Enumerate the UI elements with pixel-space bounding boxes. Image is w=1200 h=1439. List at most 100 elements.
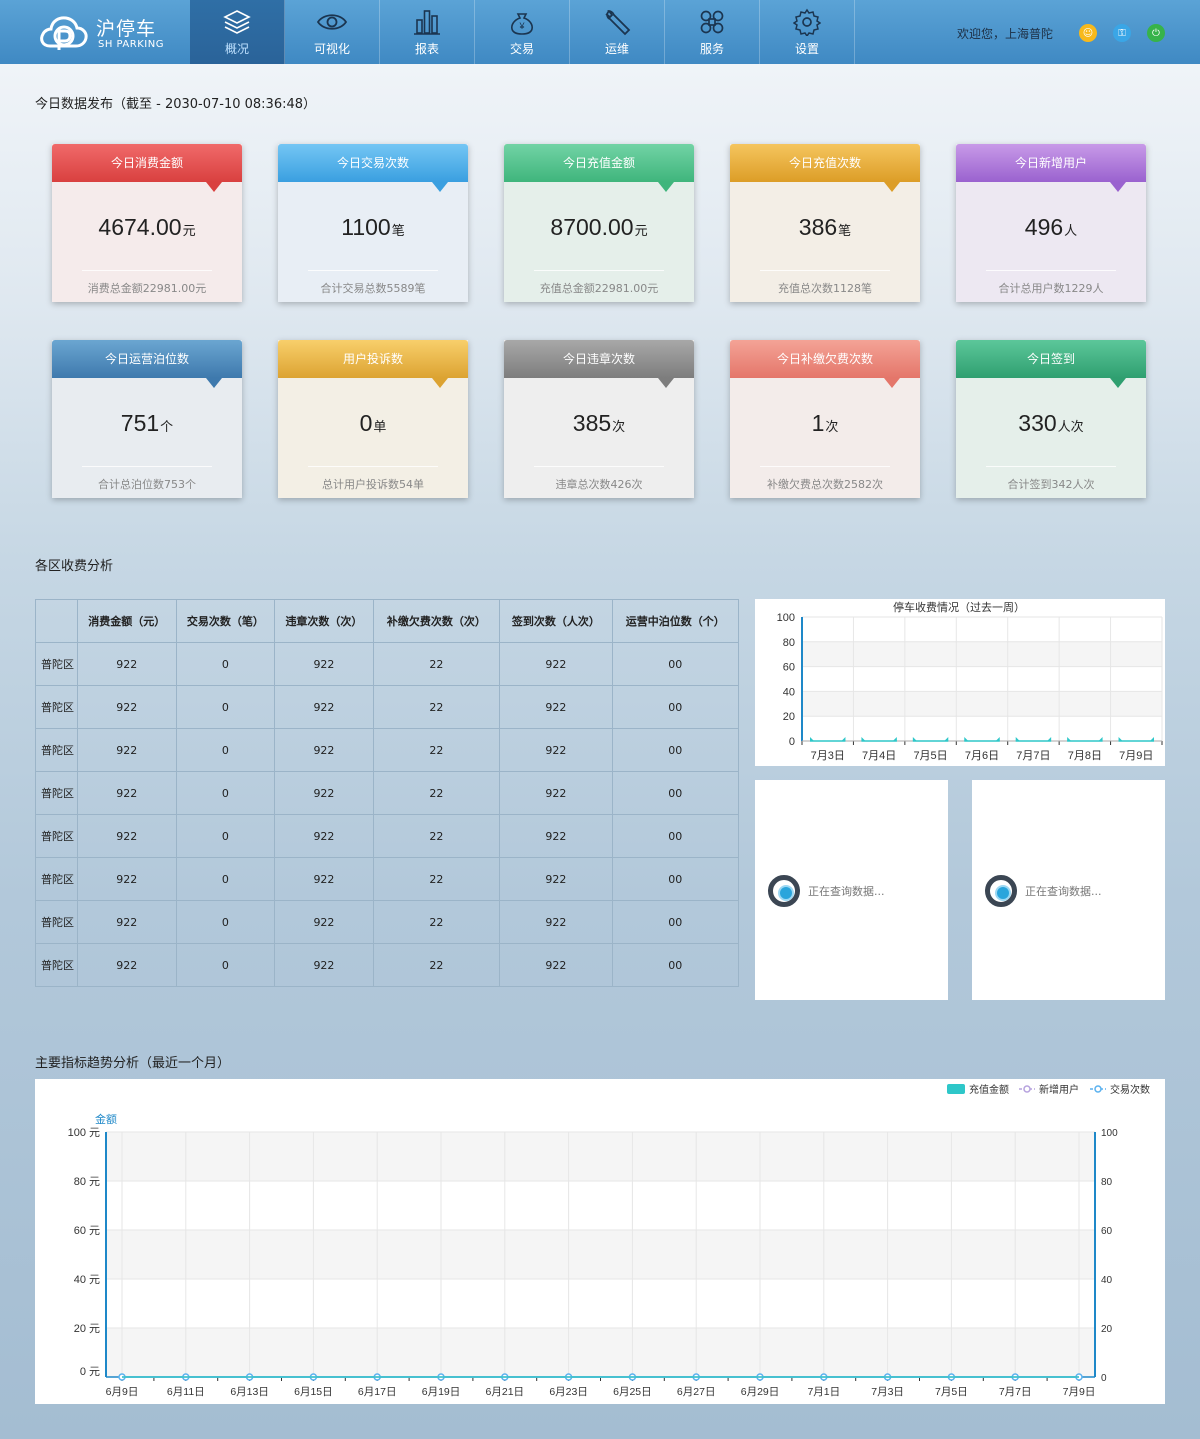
stat-card-divider [986, 270, 1116, 271]
table-cell: 00 [611, 814, 740, 858]
chart-grid-band [106, 1230, 1095, 1279]
pie-chart-panel-left: 正在查询数据... [755, 780, 948, 1000]
table-cell: 22 [372, 900, 501, 944]
stat-card-value: 4674.00元 [52, 214, 242, 241]
table-cell: 0 [175, 857, 276, 901]
nav-overview[interactable]: 概况 [190, 0, 285, 64]
x-tick-label: 6月27日 [677, 1386, 716, 1398]
zone-section-title: 各区收费分析 [35, 559, 114, 574]
table-cell: 普陀区 [35, 814, 78, 858]
legend-swatch [947, 1084, 965, 1094]
stat-value-number: 751 [120, 410, 160, 436]
nav-transactions[interactable]: ¥ 交易 [475, 0, 570, 64]
table-header-cell [35, 599, 78, 643]
table-cell: 00 [611, 642, 740, 686]
stat-card-divider [986, 466, 1116, 467]
legend-marker [1023, 1085, 1031, 1093]
table-cell: 普陀区 [35, 857, 78, 901]
table-row: 普陀区 922 0 922 22 922 00 [35, 728, 740, 772]
table-row: 普陀区 922 0 922 22 922 00 [35, 857, 740, 901]
table-header-cell: 交易次数（笔） [175, 599, 276, 643]
table-cell: 922 [77, 943, 177, 987]
user-icon[interactable]: ☺ [1079, 24, 1097, 42]
logo-title: 沪停车 [96, 18, 157, 40]
command-icon [700, 10, 724, 34]
logo-subtitle: SH PARKING [98, 39, 164, 50]
y-tick-label-right: 80 [1101, 1177, 1113, 1188]
stat-card-value: 386笔 [730, 214, 920, 241]
stat-value-number: 496 [1024, 214, 1064, 240]
trend-chart: 充值金额 新增用户 交易次数金额100 元 100 80 元 80 60 元 60 40 元 40… [68, 1083, 1150, 1398]
y-axis-title: 金额 [95, 1112, 117, 1126]
stat-card-value: 496人 [956, 214, 1146, 241]
nav-settings[interactable]: 设置 [760, 0, 855, 64]
zone-fee-table: 消费金额（元） 交易次数（笔） 违章次数（次） 补缴欠费次数（次） 签到次数（人次） 运营… [35, 599, 740, 987]
chart-grid-band [106, 1132, 1095, 1181]
table-cell: 普陀区 [35, 728, 78, 772]
table-cell: 22 [372, 642, 501, 686]
table-cell: 0 [175, 900, 276, 944]
y-tick-label-right: 0 [1101, 1373, 1107, 1384]
table-row: 普陀区 922 0 922 22 922 00 [35, 943, 740, 987]
welcome-text: 欢迎您，上海普陀 [956, 26, 1053, 41]
app-logo[interactable]: 沪停车 SH PARKING [38, 12, 198, 54]
power-icon[interactable]: ⏻ [1147, 24, 1165, 42]
nav-maintenance[interactable]: 运维 [570, 0, 665, 64]
key-icon[interactable]: ⚿ [1113, 24, 1131, 42]
stat-card-footer: 合计总泊位数753个 [98, 478, 196, 491]
today-section-title: 今日数据发布（截至 - 2030-07-10 08:36:48） [35, 97, 317, 112]
table-header-cell: 补缴欠费次数（次） [372, 599, 501, 643]
stat-card-title: 今日运营泊位数 [52, 340, 242, 388]
stat-card: 今日运营泊位数 751个 合计总泊位数753个 [52, 340, 242, 498]
stat-value-number: 330 [1018, 410, 1057, 436]
nav-services[interactable]: 服务 [665, 0, 760, 64]
y-tick-label: 20 [783, 711, 795, 723]
y-tick-label-left: 40 元 [74, 1274, 100, 1286]
legend-marker [1094, 1085, 1102, 1093]
stat-card-divider [534, 466, 664, 467]
stat-value-unit: 元 [182, 223, 196, 238]
weekly-fee-chart-panel: 停车收费情况（过去一周） 100 80 60 40 20 0 7月3日 7月4日 7月5日 7月6日… [755, 599, 1165, 766]
table-cell: 922 [499, 900, 613, 944]
nav-label: 设置 [794, 42, 819, 56]
table-cell: 922 [499, 771, 613, 815]
y-tick-label-right: 100 [1101, 1128, 1118, 1139]
stat-card-value: 1次 [730, 410, 920, 437]
table-cell: 922 [77, 728, 177, 772]
stat-card: 今日充值次数 386笔 充值总次数1128笔 [730, 144, 920, 302]
table-cell: 922 [499, 943, 613, 987]
table-cell: 普陀区 [35, 771, 78, 815]
stat-card: 用户投诉数 0单 总计用户投诉数54单 [278, 340, 468, 498]
table-cell: 22 [372, 685, 501, 729]
table-cell: 922 [274, 900, 374, 944]
stat-card: 今日违章次数 385次 违章总次数426次 [504, 340, 694, 498]
wrench-icon [605, 10, 631, 36]
stat-value-number: 1100 [341, 214, 391, 240]
stat-value-unit: 单 [373, 419, 387, 434]
stat-card: 今日消费金额 4674.00元 消费总金额22981.00元 [52, 144, 242, 302]
nav-visualization[interactable]: 可视化 [285, 0, 380, 64]
stat-card-divider [534, 270, 664, 271]
stat-value-unit: 元 [634, 223, 648, 238]
stat-value-number: 386 [798, 214, 838, 240]
stat-value-unit: 人次 [1057, 419, 1084, 434]
nav-label: 概况 [224, 42, 249, 56]
weekly-fee-chart: 停车收费情况（过去一周） 100 80 60 40 20 0 7月3日 7月4日 7月5日 7月6日… [777, 600, 1163, 762]
stat-card-footer: 合计签到342人次 [1007, 478, 1095, 491]
x-tick-label: 6月23日 [549, 1386, 588, 1398]
stat-card: 今日交易次数 1100笔 合计交易总数5589笔 [278, 144, 468, 302]
stat-card-value: 385次 [504, 410, 694, 437]
stat-card-divider [82, 466, 212, 467]
y-tick-label-left: 80 元 [74, 1176, 100, 1188]
stat-card-footer: 总计用户投诉数54单 [322, 478, 424, 491]
stat-card-title: 今日签到 [956, 340, 1146, 388]
nav-reports[interactable]: 报表 [380, 0, 475, 64]
stat-value-unit: 次 [612, 419, 626, 434]
x-tick-label: 7月3日 [871, 1386, 904, 1398]
y-tick-label-right: 40 [1101, 1275, 1113, 1286]
stat-card-title: 用户投诉数 [278, 340, 468, 388]
user-box: 欢迎您，上海普陀 ☺ ⚿ ⏻ [957, 22, 1165, 44]
table-cell: 22 [372, 728, 501, 772]
x-tick-label: 7月4日 [862, 750, 896, 762]
stat-value-unit: 笔 [391, 223, 405, 238]
